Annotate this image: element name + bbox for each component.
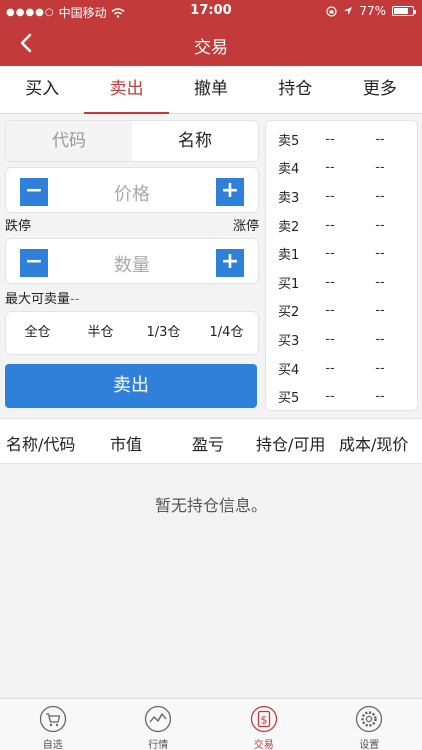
page-title: 交易	[194, 38, 228, 58]
book-volume: --	[375, 131, 385, 147]
book-price[interactable]: --	[308, 275, 352, 290]
bottom-tab-label: 交易	[253, 740, 274, 750]
tab-sell[interactable]: 卖出	[84, 66, 170, 114]
quick-quarter-button[interactable]: 1/4仓	[195, 312, 258, 354]
book-volume: --	[375, 188, 385, 204]
limit-up-label[interactable]: 涨停	[233, 215, 259, 234]
quick-quantity-options: 全仓 半仓 1/3仓 1/4仓	[5, 311, 259, 355]
order-book-row: 卖1 -- --	[266, 239, 417, 268]
order-book-row: 买5 -- --	[266, 382, 417, 411]
price-stepper: − 价格 +	[5, 167, 259, 213]
tab-positions[interactable]: 持仓	[253, 66, 337, 113]
bottom-tab-label: 自选	[42, 740, 63, 750]
price-input[interactable]: 价格	[56, 180, 208, 206]
book-level-label: 卖5	[278, 133, 300, 149]
book-level-label: 买2	[278, 305, 300, 321]
order-book-row: 买4 -- --	[266, 354, 417, 383]
header-profit-loss: 盈亏	[192, 435, 225, 454]
gear-icon	[356, 705, 383, 733]
location-icon	[344, 7, 353, 15]
holdings-table-header: 名称/代码 市值 盈亏 持仓/可用 成本/现价	[0, 418, 422, 464]
book-volume: --	[375, 274, 385, 290]
book-volume: --	[375, 217, 385, 233]
svg-text:$: $	[260, 714, 267, 727]
nav-bar: 交易	[0, 22, 422, 66]
price-increase-button[interactable]: +	[216, 178, 244, 206]
bottom-tab-watchlist[interactable]: 自选	[0, 699, 106, 750]
battery-icon	[392, 6, 416, 16]
quantity-stepper: − 数量 +	[5, 238, 259, 284]
empty-holdings-message: 暂无持仓信息。	[154, 496, 267, 515]
book-volume: --	[375, 160, 385, 176]
order-book-row: 卖2 -- --	[266, 211, 417, 240]
bottom-tab-label: 设置	[359, 740, 380, 750]
header-name-code: 名称/代码	[6, 435, 76, 454]
quick-all-button[interactable]: 全仓	[6, 312, 69, 354]
book-price[interactable]: --	[308, 160, 352, 175]
book-level-label: 买4	[278, 362, 300, 378]
max-sell-label: 最大可卖量	[5, 292, 71, 307]
book-level-label: 买5	[278, 391, 300, 407]
sell-button[interactable]: 卖出	[5, 364, 257, 408]
book-level-label: 卖2	[278, 219, 300, 235]
battery-percent: 77%	[359, 4, 386, 18]
book-price[interactable]: --	[308, 132, 352, 147]
bottom-tab-trade[interactable]: $ 交易	[211, 699, 317, 750]
segment-code[interactable]: 代码	[6, 121, 132, 161]
quantity-input[interactable]: 数量	[56, 251, 208, 277]
book-level-label: 卖3	[278, 190, 300, 206]
order-book-row: 买2 -- --	[266, 297, 417, 326]
limit-down-label[interactable]: 跌停	[5, 219, 31, 234]
quantity-decrease-button[interactable]: −	[20, 249, 48, 277]
order-book: 卖5 -- -- 卖4 -- -- 卖3 -- -- 卖2 -- -- 卖1 -- -- 买1 -- -…	[265, 120, 418, 411]
tab-cancel[interactable]: 撤单	[169, 66, 253, 113]
bottom-tab-market[interactable]: 行情	[106, 699, 212, 750]
book-level-label: 卖1	[278, 248, 300, 264]
cart-icon	[39, 705, 66, 733]
book-level-label: 买1	[278, 276, 300, 292]
trade-tabs: 买入 卖出 撤单 持仓 更多	[0, 66, 422, 114]
tab-buy[interactable]: 买入	[0, 66, 84, 113]
header-cost-price: 成本/现价	[339, 435, 409, 454]
rotation-lock-icon	[326, 5, 337, 17]
max-sell-row: 最大可卖量--	[5, 288, 79, 307]
book-level-label: 买3	[278, 333, 300, 349]
code-name-toggle: 代码 名称	[5, 120, 259, 162]
order-book-row: 买3 -- --	[266, 325, 417, 354]
quantity-increase-button[interactable]: +	[216, 249, 244, 277]
book-price[interactable]: --	[308, 246, 352, 261]
book-price[interactable]: --	[308, 361, 352, 376]
limit-price-row: 跌停 涨停	[5, 215, 259, 234]
bottom-tab-bar: 自选 行情 $ 交易 设置	[0, 698, 422, 750]
book-level-label: 卖4	[278, 162, 300, 178]
quick-third-button[interactable]: 1/3仓	[132, 312, 195, 354]
segment-name[interactable]: 名称	[132, 121, 258, 161]
dollar-icon: $	[250, 705, 277, 733]
bottom-tab-label: 行情	[148, 740, 169, 750]
book-volume: --	[375, 389, 385, 405]
book-price[interactable]: --	[308, 189, 352, 204]
book-price[interactable]: --	[308, 218, 352, 233]
price-decrease-button[interactable]: −	[20, 178, 48, 206]
book-price[interactable]: --	[308, 332, 352, 347]
book-volume: --	[375, 246, 385, 262]
book-price[interactable]: --	[308, 389, 352, 404]
bottom-tab-settings[interactable]: 设置	[317, 699, 422, 750]
book-price[interactable]: --	[308, 303, 352, 318]
order-book-row: 卖4 -- --	[266, 154, 417, 183]
quick-half-button[interactable]: 半仓	[69, 312, 132, 354]
order-book-row: 买1 -- --	[266, 268, 417, 297]
header-market-value: 市值	[110, 435, 143, 454]
book-volume: --	[375, 360, 385, 376]
max-sell-value: --	[70, 292, 80, 307]
tab-more[interactable]: 更多	[338, 66, 422, 113]
chart-icon	[145, 705, 172, 733]
header-position-available: 持仓/可用	[256, 435, 326, 454]
order-book-row: 卖5 -- --	[266, 125, 417, 154]
book-volume: --	[375, 331, 385, 347]
book-volume: --	[375, 303, 385, 319]
order-book-row: 卖3 -- --	[266, 182, 417, 211]
status-bar: ●●●●○ 中国移动 17:00 77%	[0, 0, 422, 22]
